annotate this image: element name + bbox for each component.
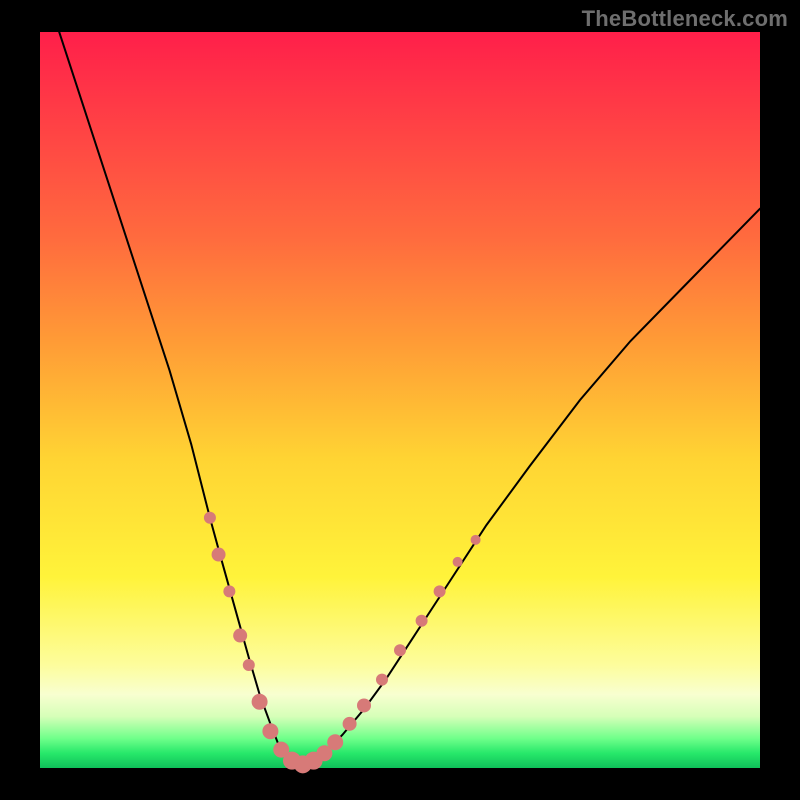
chart-svg xyxy=(40,32,760,768)
data-marker xyxy=(453,557,463,567)
data-marker xyxy=(243,659,255,671)
data-marker xyxy=(416,615,428,627)
data-marker xyxy=(471,535,481,545)
data-marker xyxy=(376,674,388,686)
data-marker xyxy=(223,585,235,597)
plot-area xyxy=(40,32,760,768)
data-marker xyxy=(394,644,406,656)
data-marker xyxy=(204,512,216,524)
data-marker xyxy=(212,548,226,562)
data-marker xyxy=(343,717,357,731)
watermark-text: TheBottleneck.com xyxy=(582,6,788,32)
data-marker xyxy=(262,723,278,739)
chart-frame: TheBottleneck.com xyxy=(0,0,800,800)
data-marker xyxy=(434,585,446,597)
data-marker xyxy=(233,629,247,643)
data-marker xyxy=(357,698,371,712)
data-marker xyxy=(327,734,343,750)
data-marker xyxy=(252,694,268,710)
